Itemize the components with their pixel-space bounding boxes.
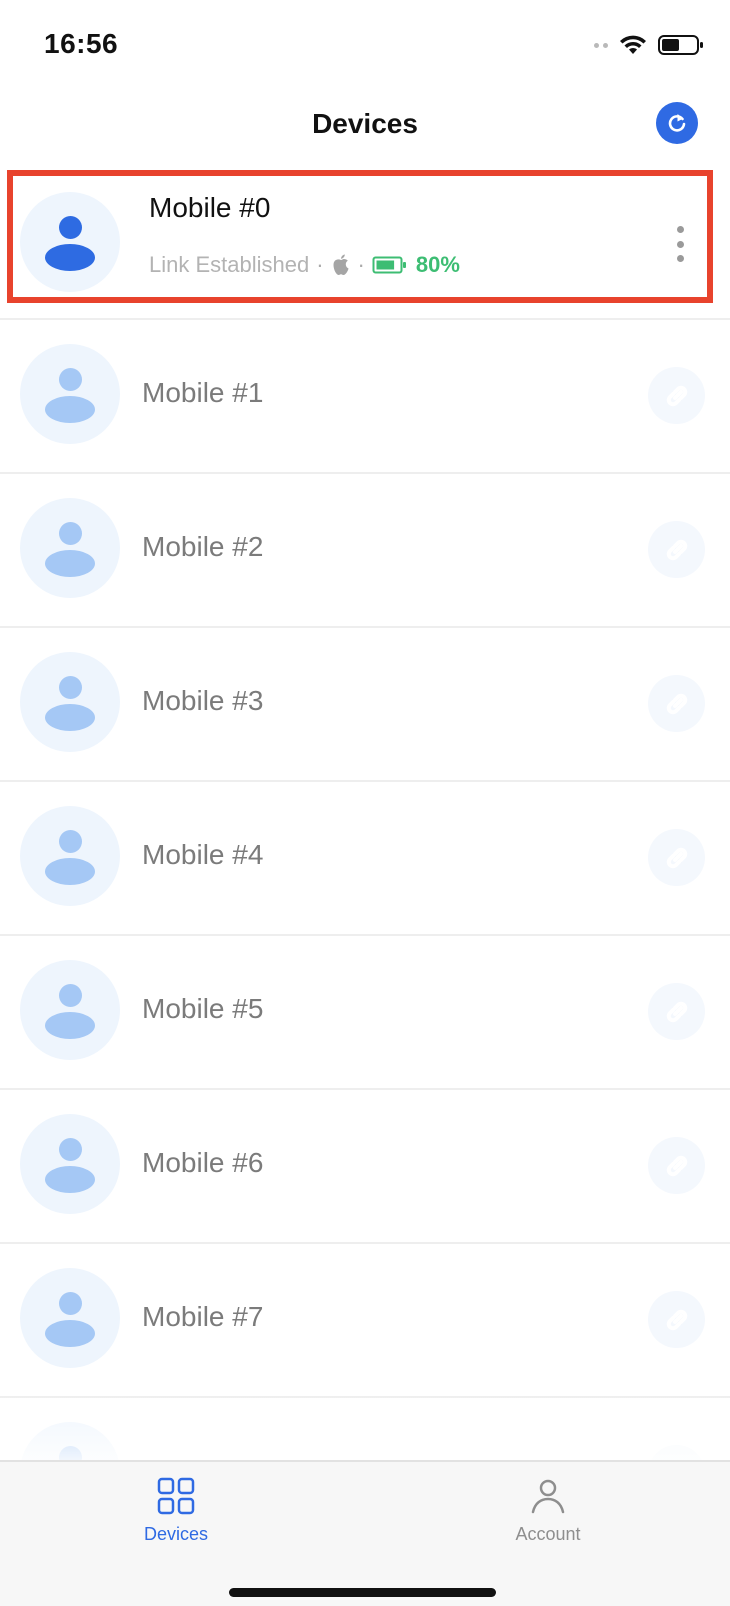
tab-label: Devices <box>143 1524 209 1544</box>
user-icon <box>531 1479 565 1514</box>
link-button[interactable] <box>648 675 705 732</box>
tab-label: Account <box>515 1524 581 1544</box>
link-icon <box>666 1001 687 1022</box>
link-button[interactable] <box>648 1291 705 1348</box>
device-row-4[interactable]: Mobile #4 <box>0 782 730 936</box>
page-title: Devices <box>312 108 418 139</box>
device-row-3[interactable]: Mobile #3 <box>0 628 730 782</box>
link-icon <box>666 1309 687 1330</box>
link-icon <box>666 1155 687 1176</box>
avatar <box>20 344 120 444</box>
link-icon <box>666 539 687 560</box>
device-row-0[interactable]: Mobile #0 Link Established · · 80% <box>0 166 730 320</box>
battery-percentage: 80% <box>415 252 460 277</box>
device-name: Mobile #5 <box>142 993 264 1024</box>
device-list: Mobile #0 Link Established · · 80% Mobil… <box>0 166 730 1460</box>
device-name: Mobile #1 <box>142 377 264 408</box>
battery-icon <box>372 256 406 274</box>
separator-dot: · <box>357 252 365 277</box>
link-button[interactable] <box>648 829 705 886</box>
avatar <box>20 652 120 752</box>
device-name: Mobile #2 <box>142 531 264 562</box>
avatar <box>20 1268 120 1368</box>
device-status-line: Link Established · · 80% <box>149 252 460 278</box>
avatar <box>20 498 120 598</box>
home-indicator[interactable] <box>229 1588 496 1597</box>
tab-account[interactable]: Account <box>478 1476 618 1556</box>
avatar <box>20 806 120 906</box>
refresh-icon <box>668 114 686 132</box>
apple-icon <box>333 254 349 275</box>
list-fade-overlay <box>0 1390 730 1460</box>
status-bar: 16:56 <box>0 0 730 90</box>
link-button[interactable] <box>648 521 705 578</box>
status-time: 16:56 <box>44 28 119 59</box>
avatar <box>20 960 120 1060</box>
avatar <box>20 1114 120 1214</box>
device-name: Mobile #4 <box>142 839 264 870</box>
tab-devices[interactable]: Devices <box>106 1476 246 1556</box>
device-row-5[interactable]: Mobile #5 <box>0 936 730 1090</box>
device-name: Mobile #7 <box>142 1301 264 1332</box>
link-icon <box>666 385 687 406</box>
device-row-2[interactable]: Mobile #2 <box>0 474 730 628</box>
separator-dot: · <box>316 252 324 277</box>
cellular-signal-icon <box>594 42 608 48</box>
wifi-icon <box>620 35 646 54</box>
refresh-button[interactable] <box>656 102 698 144</box>
avatar <box>20 192 120 292</box>
link-icon <box>666 847 687 868</box>
device-name: Mobile #3 <box>142 685 264 716</box>
connection-status: Link Established <box>149 252 310 277</box>
link-button[interactable] <box>648 1137 705 1194</box>
status-icons <box>594 30 704 60</box>
battery-status-icon <box>658 35 703 55</box>
device-row-7[interactable]: Mobile #7 <box>0 1244 730 1398</box>
link-icon <box>666 693 687 714</box>
device-name: Mobile #0 <box>149 192 271 223</box>
device-name: Mobile #6 <box>142 1147 264 1178</box>
device-row-1[interactable]: Mobile #1 <box>0 320 730 474</box>
more-options-button[interactable] <box>672 226 688 262</box>
link-button[interactable] <box>648 983 705 1040</box>
device-row-6[interactable]: Mobile #6 <box>0 1090 730 1244</box>
link-button[interactable] <box>648 367 705 424</box>
navigation-bar: Devices <box>0 90 730 164</box>
tab-bar: Devices Account <box>0 1460 730 1606</box>
grid-icon <box>157 1477 195 1515</box>
